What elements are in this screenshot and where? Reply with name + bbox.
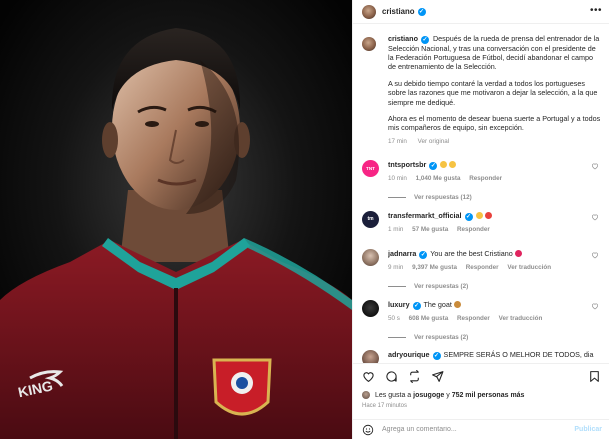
like-comment-heart-icon[interactable] [591, 251, 599, 259]
comment-likes[interactable]: 57 Me gusta [412, 226, 448, 233]
see-original-link[interactable]: Ver original [418, 138, 450, 145]
commenter-username[interactable]: transfermarkt_official [388, 211, 462, 220]
emoji-icon [484, 212, 492, 219]
liker-username[interactable]: josugoge [413, 392, 444, 399]
comments-feed[interactable]: cristiano ✓ Después de la rueda de prens… [353, 25, 609, 363]
view-replies-button[interactable]: Ver respuestas (2) [388, 334, 602, 341]
verified-badge-icon: ✓ [464, 213, 473, 221]
commenter-avatar[interactable]: tm [362, 211, 379, 228]
post-caption: cristiano ✓ Después de la rueda de prens… [362, 34, 602, 146]
reply-button[interactable]: Responder [457, 226, 490, 233]
post-time-ago: Hace 17 minutos [362, 403, 408, 409]
post-header: cristiano ✓ ••• [353, 0, 609, 24]
caption-paragraph: Después de la rueda de prensa del entren… [388, 34, 600, 72]
commenter-avatar[interactable] [362, 249, 379, 266]
post-photo-image: KING [0, 0, 352, 439]
author-avatar[interactable] [362, 4, 376, 19]
goat-emoji-icon [453, 301, 461, 308]
see-translation-link[interactable]: Ver traducción [499, 315, 543, 322]
comment-time: 1 min [388, 226, 404, 233]
post-photo[interactable]: KING [0, 0, 352, 439]
comment-item: TNT SPORTS tntsportsbr ✓ 10 min 1,040 Me… [362, 160, 602, 201]
commenter-username[interactable]: tntsportsbr [388, 160, 426, 169]
commenter-username[interactable]: adryourique [388, 350, 430, 359]
publish-button[interactable]: Publicar [574, 426, 602, 433]
caption-paragraph: A su debido tiempo contaré la verdad a t… [388, 79, 598, 107]
post-modal: KING cristiano ✓ ••• cristiano ✓ Después… [0, 0, 609, 439]
more-options-icon[interactable]: ••• [590, 6, 602, 16]
like-comment-heart-icon[interactable] [591, 213, 599, 221]
comment-text: You are the best Cristiano [430, 249, 513, 258]
caption-avatar[interactable] [362, 37, 376, 51]
verified-badge-icon: ✓ [432, 352, 441, 360]
author-username[interactable]: cristiano [382, 7, 415, 16]
verified-badge-icon: ✓ [412, 302, 421, 310]
share-send-icon[interactable] [431, 370, 444, 383]
save-bookmark-icon[interactable] [588, 370, 601, 383]
comment-item: jadnarra ✓ You are the best Cristiano 9 … [362, 249, 602, 290]
commenter-username[interactable]: luxury [388, 300, 410, 309]
comment-item: luxury ✓ The goat 50 s 608 Me gusta Resp… [362, 300, 602, 341]
verified-badge-icon: ✓ [419, 251, 428, 259]
caption-paragraph: Ahora es el momento de desear buena suer… [388, 114, 601, 133]
commenter-avatar[interactable] [362, 350, 379, 363]
comment-bubble-icon[interactable] [385, 370, 398, 383]
comment-item: adryourique ✓ SEMPRE SERÁS O MELHOR DE T… [362, 350, 602, 363]
emoji-picker-icon[interactable] [362, 424, 374, 436]
comment-text: The goat [423, 300, 452, 309]
comment-time: 50 s [388, 315, 400, 322]
like-comment-heart-icon[interactable] [591, 302, 599, 310]
commenter-avatar[interactable]: TNT SPORTS [362, 160, 381, 188]
commenter-avatar[interactable] [362, 300, 379, 317]
post-actions: Les gusta a josugoge y 752 mil personas … [353, 363, 609, 414]
commenter-username[interactable]: jadnarra [388, 249, 416, 258]
likes-others[interactable]: 752 mil personas más [452, 392, 525, 399]
like-heart-icon[interactable] [362, 370, 375, 383]
comment-likes[interactable]: 1,040 Me gusta [416, 175, 461, 182]
verified-badge-icon: ✓ [429, 162, 438, 170]
repost-icon[interactable] [408, 370, 421, 383]
see-translation-link[interactable]: Ver traducción [507, 264, 551, 271]
comment-item: tm transfermarkt_official ✓ 1 min 57 Me … [362, 211, 602, 233]
heart-emoji-icon [514, 250, 522, 257]
likes-prefix: Les gusta a [375, 391, 412, 399]
comment-time: 9 min [388, 264, 404, 271]
comment-likes[interactable]: 9,397 Me gusta [412, 264, 457, 271]
likes-connector: y [446, 391, 450, 399]
comment-input[interactable] [382, 426, 562, 433]
verified-badge-icon: ✓ [420, 36, 429, 44]
reply-button[interactable]: Responder [466, 264, 499, 271]
caption-username[interactable]: cristiano [388, 34, 418, 43]
emoji-icon [449, 161, 457, 168]
liker-avatar [362, 391, 370, 399]
emoji-icon [440, 161, 448, 168]
view-replies-button[interactable]: Ver respuestas (12) [388, 194, 602, 201]
comment-likes[interactable]: 608 Me gusta [409, 315, 449, 322]
reply-button[interactable]: Responder [457, 315, 490, 322]
comment-composer: Publicar [353, 419, 609, 439]
like-comment-heart-icon[interactable] [591, 162, 599, 170]
emoji-icon [475, 212, 483, 219]
view-replies-button[interactable]: Ver respuestas (2) [388, 283, 602, 290]
comment-text: SEMPRE SERÁS O MELHOR DE TODOS, dia [443, 350, 594, 359]
verified-badge-icon: ✓ [417, 7, 426, 16]
likes-summary[interactable]: Les gusta a josugoge y 752 mil personas … [362, 391, 524, 399]
comment-time: 10 min [388, 175, 407, 182]
caption-time: 17 min [388, 138, 407, 146]
post-sidebar: cristiano ✓ ••• cristiano ✓ Después de l… [352, 0, 609, 439]
reply-button[interactable]: Responder [469, 175, 502, 182]
